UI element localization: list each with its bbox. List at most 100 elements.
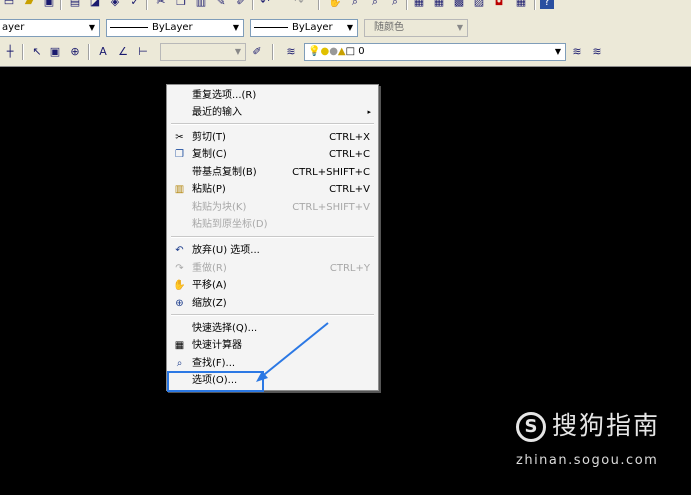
menu-item-label: 粘贴到原坐标(D) — [192, 219, 268, 230]
calculator-icon: ▦ — [174, 340, 185, 351]
standard-toolbar: ▭ ▰ ▣ ▤ ◪ ◈ ✓ ✂ ❐ ▥ ✎ ✐ ↶ ↷ ✋ ⌕ ⌕ ⌕ ▦ ▦ … — [0, 0, 691, 11]
menu-item-label: 平移(A) — [192, 280, 227, 291]
menu-item-paste-as-block[interactable]: 粘贴为块(K) CTRL+SHIFT+V — [167, 199, 378, 216]
find-icon: ⌕ — [176, 358, 183, 369]
dim-edit-icon[interactable]: ∠ — [116, 45, 130, 59]
watermark-url: zhinan.sogou.com — [516, 453, 659, 468]
menu-item-shortcut: CTRL+C — [329, 149, 370, 160]
print-icon[interactable]: ▤ — [68, 0, 82, 9]
zoom-window-icon[interactable]: ⌕ — [368, 0, 382, 9]
layer-name: 0 — [358, 46, 365, 57]
copy-icon: ❐ — [175, 149, 184, 160]
color-combo[interactable]: 随颜色 ▼ — [364, 19, 468, 37]
dim-style-combo[interactable]: ▼ — [160, 43, 246, 61]
menu-item-label: 粘贴为块(K) — [192, 202, 247, 213]
menu-item-shortcut: CTRL+SHIFT+C — [292, 167, 370, 178]
redo-icon: ↷ — [175, 263, 184, 274]
menu-item-shortcut: CTRL+SHIFT+V — [292, 202, 370, 213]
menu-item-label: 快速计算器 — [192, 340, 242, 351]
zoom-previous-icon[interactable]: ⌕ — [388, 0, 402, 9]
chevron-down-icon: ▼ — [234, 47, 242, 56]
menu-item-redo[interactable]: ↷ 重做(R) CTRL+Y — [167, 260, 378, 277]
dim-style-manager-icon[interactable]: ✐ — [250, 45, 264, 59]
redo-tool-icon[interactable]: ↷ — [292, 0, 306, 9]
toolbar-area: ▭ ▰ ▣ ▤ ◪ ◈ ✓ ✂ ❐ ▥ ✎ ✐ ↶ ↷ ✋ ⌕ ⌕ ⌕ ▦ ▦ … — [0, 0, 691, 67]
plot-preview-icon[interactable]: ◪ — [88, 0, 102, 9]
zoom-realtime-icon[interactable]: ⌕ — [348, 0, 362, 9]
linetype-combo-value: ByLayer — [152, 22, 193, 33]
chevron-down-icon: ▼ — [456, 23, 464, 32]
copy-tool-icon[interactable]: ❐ — [174, 0, 188, 9]
menu-item-copy-with-base[interactable]: 带基点复制(B) CTRL+SHIFT+C — [167, 164, 378, 181]
layer-combo-value: ayer — [2, 22, 25, 33]
lineweight-combo[interactable]: ByLayer ▼ — [250, 19, 358, 37]
color-combo-value: 随颜色 — [374, 22, 404, 33]
cut-tool-icon[interactable]: ✂ — [154, 0, 168, 9]
context-menu: 重复选项...(R) 最近的输入 ▸ ✂ 剪切(T) CTRL+X ❐ 复制(C… — [166, 84, 379, 391]
menu-item-shortcut: CTRL+Y — [329, 263, 370, 274]
chevron-down-icon: ▼ — [554, 47, 562, 56]
menu-item-pan[interactable]: ✋ 平移(A) — [167, 277, 378, 294]
chevron-down-icon: ▼ — [88, 23, 96, 32]
menu-item-find[interactable]: ⌕ 查找(F)... — [167, 355, 378, 372]
watermark-title: 搜狗指南 — [552, 411, 661, 440]
tolerance-icon[interactable]: ▣ — [48, 45, 62, 59]
menu-item-label: 重做(R) — [192, 263, 227, 274]
linetype-combo[interactable]: ByLayer ▼ — [106, 19, 244, 37]
pan-icon: ✋ — [173, 280, 186, 291]
menu-item-label: 放弃(U) 选项... — [192, 245, 260, 256]
menu-item-zoom[interactable]: ⊕ 缩放(Z) — [167, 295, 378, 312]
new-icon[interactable]: ▭ — [2, 0, 16, 9]
text-style-icon[interactable]: A — [96, 45, 110, 59]
menu-item-label: 粘贴(P) — [192, 184, 226, 195]
menu-item-quick-select[interactable]: 快速选择(Q)... — [167, 320, 378, 337]
scissors-icon: ✂ — [175, 132, 184, 143]
sogou-logo-icon: S — [516, 412, 546, 442]
watermark: S 搜狗指南 zhinan.sogou.com — [512, 406, 682, 476]
publish-icon[interactable]: ◈ — [108, 0, 122, 9]
pan-tool-icon[interactable]: ✋ — [328, 0, 342, 9]
paste-tool-icon[interactable]: ▥ — [194, 0, 208, 9]
menu-item-undo[interactable]: ↶ 放弃(U) 选项... — [167, 242, 378, 259]
markup-icon[interactable]: ◘ — [492, 0, 506, 9]
undo-tool-icon[interactable]: ↶ — [258, 0, 272, 9]
quickcalc-tool-icon[interactable]: ▦ — [514, 0, 528, 9]
make-current-icon[interactable]: ≋ — [570, 45, 584, 59]
chevron-down-icon: ▼ — [346, 23, 354, 32]
layers-toolbar: ┼ ↖ ▣ ⊕ A ∠ ⊢ ▼ ✐ ≋ 💡●●▲□ 0 ▼ ≋ ≋ — [0, 41, 691, 63]
menu-item-label: 快速选择(Q)... — [192, 323, 258, 334]
design-center-icon[interactable]: ▦ — [432, 0, 446, 9]
check-icon[interactable]: ✓ — [128, 0, 142, 9]
menu-item-cut[interactable]: ✂ 剪切(T) CTRL+X — [167, 129, 378, 146]
menu-item-quickcalc[interactable]: ▦ 快速计算器 — [167, 337, 378, 354]
menu-item-label: 最近的输入 — [192, 107, 242, 118]
help-icon[interactable]: ? — [540, 0, 554, 9]
menu-item-recent-input[interactable]: 最近的输入 ▸ — [167, 104, 378, 121]
menu-item-label: 带基点复制(B) — [192, 167, 257, 178]
layer-manager-icon[interactable]: ≋ — [284, 45, 298, 59]
menu-item-repeat[interactable]: 重复选项...(R) — [167, 87, 378, 104]
layer-combo[interactable]: ayer ▼ — [0, 19, 100, 37]
properties-icon[interactable]: ▦ — [412, 0, 426, 9]
layer-previous-icon[interactable]: ≋ — [590, 45, 604, 59]
tool-palettes-icon[interactable]: ▩ — [452, 0, 466, 9]
properties-toolbar: ayer ▼ ByLayer ▼ ByLayer ▼ 随颜色 ▼ — [0, 17, 691, 39]
layer-select-combo[interactable]: 💡●●▲□ 0 ▼ — [304, 43, 566, 61]
open-icon[interactable]: ▰ — [22, 0, 36, 9]
dim-update-icon[interactable]: ⊢ — [136, 45, 150, 59]
menu-item-label: 复制(C) — [192, 149, 227, 160]
save-icon[interactable]: ▣ — [42, 0, 56, 9]
dimension-icon[interactable]: ┼ — [3, 45, 17, 59]
sheet-set-icon[interactable]: ▨ — [472, 0, 486, 9]
menu-item-paste[interactable]: ▥ 粘贴(P) CTRL+V — [167, 181, 378, 198]
menu-item-copy[interactable]: ❐ 复制(C) CTRL+C — [167, 146, 378, 163]
block-editor-icon[interactable]: ✐ — [234, 0, 248, 9]
menu-item-shortcut: CTRL+X — [329, 132, 370, 143]
center-mark-icon[interactable]: ⊕ — [68, 45, 82, 59]
menu-item-shortcut: CTRL+V — [329, 184, 370, 195]
leader-icon[interactable]: ↖ — [30, 45, 44, 59]
menu-item-label: 重复选项...(R) — [192, 90, 257, 101]
match-properties-icon[interactable]: ✎ — [214, 0, 228, 9]
zoom-icon: ⊕ — [175, 298, 184, 309]
menu-item-paste-original-coords[interactable]: 粘贴到原坐标(D) — [167, 216, 378, 233]
